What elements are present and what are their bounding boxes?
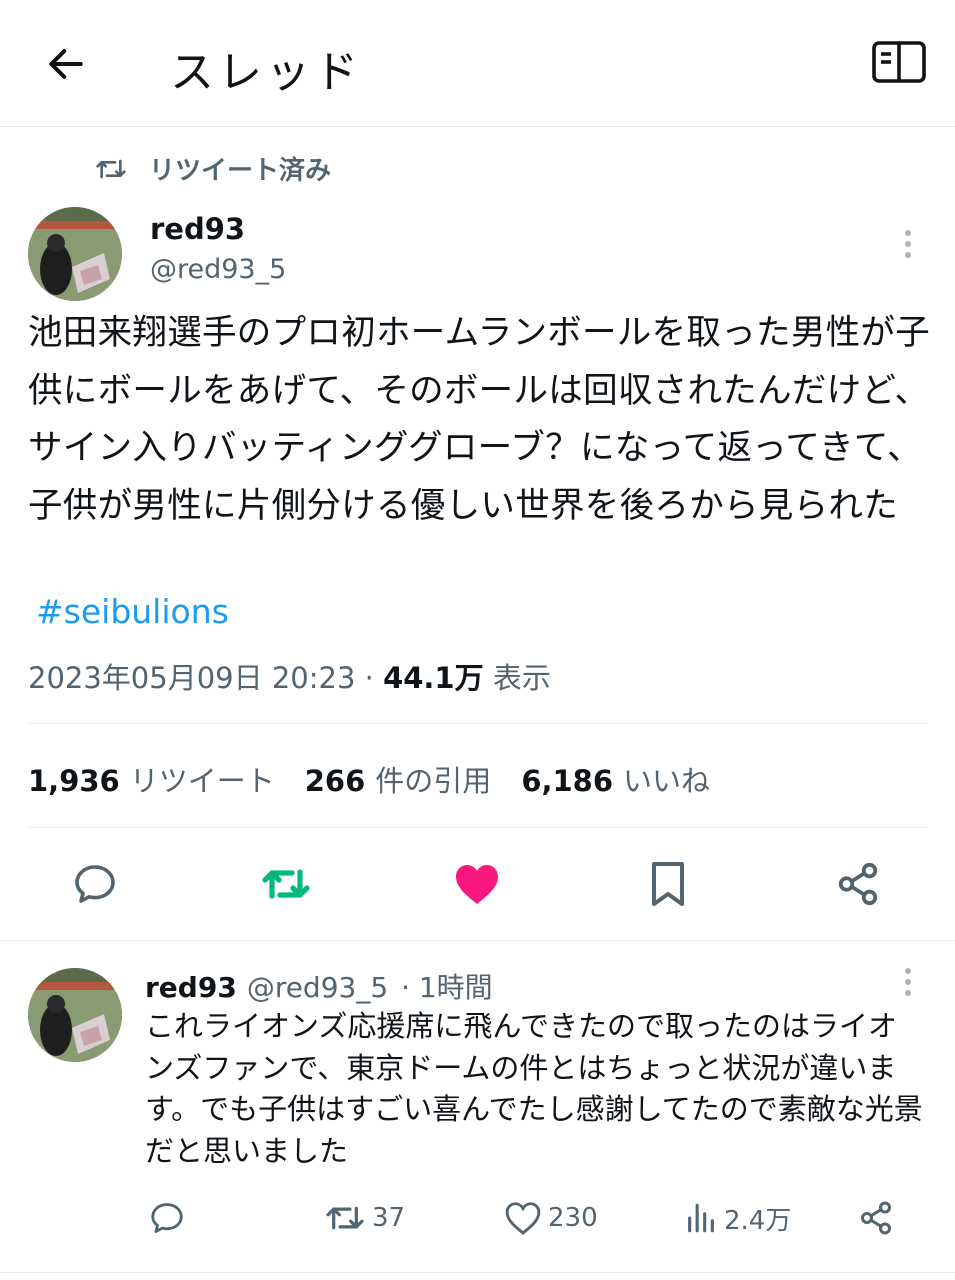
avatar-photo: [28, 968, 122, 1062]
views-count: 44.1万: [383, 661, 484, 695]
arrow-left-icon: [49, 49, 83, 79]
share-icon: [861, 1201, 891, 1235]
retweet-icon: [96, 159, 126, 178]
dot: [905, 968, 911, 974]
reply-retweet-button[interactable]: 37: [324, 1196, 405, 1240]
retweets-count: 1,936: [28, 764, 120, 798]
retweet-icon: [326, 1206, 364, 1230]
quotes-stat[interactable]: 266 件の引用: [305, 758, 492, 800]
retweet-button[interactable]: [256, 854, 316, 914]
more-options-button[interactable]: [888, 224, 928, 264]
heart-filled-icon: [456, 865, 498, 904]
reply-retweet-count: 37: [372, 1203, 406, 1233]
like-button[interactable]: [447, 854, 507, 914]
timestamp[interactable]: 2023年05月09日 20:23: [28, 661, 355, 695]
likes-stat[interactable]: 6,186 いいね: [521, 758, 710, 800]
retweet-icon: [262, 869, 310, 899]
tweet-text: 池田来翔選手のプロ初ホームランボールを取った男性が子供にボールをあげて、そのボー…: [28, 313, 931, 526]
dot: [905, 241, 911, 247]
reply-views-button[interactable]: 2.4万: [684, 1196, 791, 1240]
dot: [905, 252, 911, 258]
likes-count: 6,186: [521, 764, 614, 798]
page-title: スレッド: [170, 47, 362, 98]
reply-avatar[interactable]: [28, 968, 122, 1062]
back-button[interactable]: [40, 38, 92, 90]
reply-reply-button[interactable]: [148, 1196, 186, 1240]
dot: [905, 230, 911, 236]
reader-mode-button[interactable]: [868, 36, 930, 88]
user-handle[interactable]: @red93_5: [150, 254, 286, 285]
divider: [28, 723, 928, 724]
divider: [0, 940, 955, 941]
reply-button[interactable]: [65, 854, 125, 914]
analytics-icon: [688, 1203, 714, 1233]
reply-share-button[interactable]: [858, 1196, 894, 1240]
share-button[interactable]: [828, 854, 888, 914]
reply-like-button[interactable]: 230: [504, 1196, 598, 1240]
reply-icon: [75, 865, 115, 903]
reply-display-name[interactable]: red93: [145, 971, 237, 1004]
top-bar: スレッド: [0, 0, 955, 127]
retweeted-label: リツイート済み: [149, 156, 332, 186]
reply-header: red93 @red93_5 · 1時間: [145, 966, 493, 1006]
retweets-stat[interactable]: 1,936 リツイート: [28, 758, 275, 800]
quotes-count: 266: [304, 764, 366, 798]
engagement-stats: 1,936 リツイート 266 件の引用 6,186 いいね: [28, 758, 710, 800]
reply-handle[interactable]: @red93_5: [247, 971, 388, 1004]
divider: [0, 1272, 955, 1273]
reply-like-count: 230: [548, 1203, 598, 1233]
hashtag-link[interactable]: #seibulions: [36, 592, 229, 631]
tweet-meta: 2023年05月09日 20:23 · 44.1万 表示: [28, 655, 551, 697]
share-icon: [838, 862, 878, 906]
avatar[interactable]: [28, 207, 122, 301]
reply-more-options-button[interactable]: [888, 962, 928, 1002]
display-name[interactable]: red93: [150, 212, 245, 246]
quotes-label: 件の引用: [375, 764, 492, 798]
divider: [28, 827, 928, 828]
bookmark-icon: [652, 862, 684, 906]
reply-text: これライオンズ応援席に飛んできたので取ったのはライオンズファンで、東京ドームの件…: [145, 1009, 923, 1168]
bookmark-button[interactable]: [638, 854, 698, 914]
retweets-label: リツイート: [129, 764, 275, 798]
reply-time[interactable]: · 1時間: [401, 971, 493, 1004]
likes-label: いいね: [623, 764, 711, 798]
book-open-icon: [872, 41, 926, 83]
avatar-photo: [28, 207, 122, 301]
reply-views-count: 2.4万: [724, 1205, 792, 1236]
meta-separator: ·: [364, 661, 374, 695]
views-label: 表示: [492, 661, 551, 695]
heart-icon: [505, 1202, 541, 1235]
dot: [905, 979, 911, 985]
dot: [905, 990, 911, 996]
reply-icon: [151, 1203, 183, 1233]
retweeted-indicator: リツイート済み: [95, 150, 331, 187]
